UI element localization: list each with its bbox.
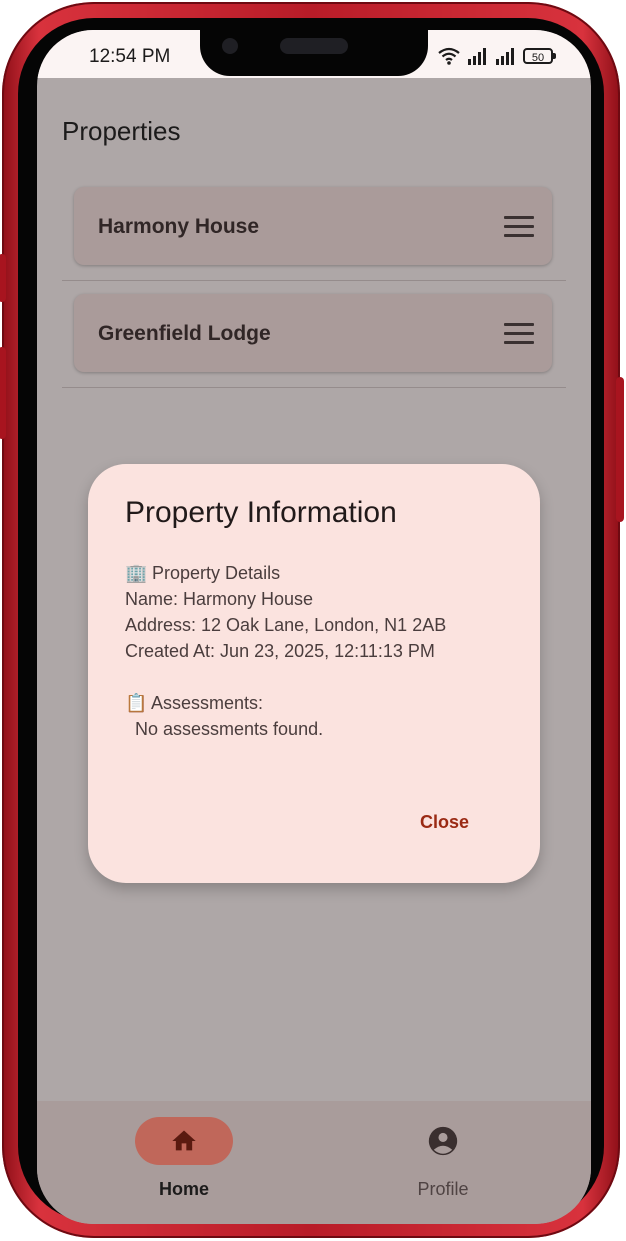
assessments-heading: Assessments: xyxy=(151,693,264,713)
property-name-line: Name: Harmony House xyxy=(125,589,314,609)
property-address-line: Address: 12 Oak Lane, London, N1 2AB xyxy=(125,615,447,635)
nav-pill-profile[interactable] xyxy=(394,1117,492,1165)
side-button xyxy=(0,347,6,439)
power-button xyxy=(616,377,624,522)
battery-icon: 50 xyxy=(523,48,556,64)
property-name: Greenfield Lodge xyxy=(98,322,271,345)
bottom-navigation: Home Profile xyxy=(37,1101,591,1224)
assessments-heading-row: 📋 Assessments: xyxy=(125,690,446,716)
divider xyxy=(62,280,566,281)
assessments-empty-text: No assessments found. xyxy=(135,719,324,739)
notch xyxy=(200,30,428,76)
status-bar: 12:54 PM 50 xyxy=(37,30,591,78)
nav-item-home[interactable]: Home xyxy=(124,1117,244,1217)
divider xyxy=(62,387,566,388)
property-info-dialog: Property Information 🏢 Property Details … xyxy=(88,464,540,883)
nav-item-profile[interactable]: Profile xyxy=(383,1117,503,1217)
speaker xyxy=(280,38,348,54)
status-time: 12:54 PM xyxy=(89,46,171,67)
volume-button xyxy=(0,254,6,302)
property-created-line: Created At: Jun 23, 2025, 12:11:13 PM xyxy=(125,641,435,661)
property-card-greenfield-lodge[interactable]: Greenfield Lodge xyxy=(74,294,552,372)
dialog-body: 🏢 Property Details Name: Harmony House A… xyxy=(125,560,446,742)
wifi-icon xyxy=(438,47,460,65)
property-card-harmony-house[interactable]: Harmony House xyxy=(74,187,552,265)
nav-pill-home[interactable] xyxy=(135,1117,233,1165)
signal-icon xyxy=(468,48,486,65)
menu-icon[interactable] xyxy=(504,216,534,237)
nav-label-profile: Profile xyxy=(417,1179,469,1199)
status-icons: 50 xyxy=(437,44,556,68)
details-heading-row: 🏢 Property Details xyxy=(125,560,446,586)
building-icon: 🏢 xyxy=(125,563,148,583)
details-heading: Property Details xyxy=(152,563,281,583)
home-icon xyxy=(172,1130,196,1151)
camera xyxy=(222,38,238,54)
property-name: Harmony House xyxy=(98,215,260,238)
dialog-title: Property Information xyxy=(125,496,397,529)
menu-icon[interactable] xyxy=(504,323,534,344)
page-title: Properties xyxy=(62,116,181,146)
screen: 12:54 PM 50 Properties Harmony House Gre… xyxy=(37,30,591,1224)
signal-icon-2 xyxy=(496,48,514,65)
close-button[interactable]: Close xyxy=(420,812,469,833)
nav-label-home: Home xyxy=(158,1179,209,1199)
profile-icon xyxy=(428,1126,458,1156)
clipboard-icon: 📋 xyxy=(125,693,148,713)
